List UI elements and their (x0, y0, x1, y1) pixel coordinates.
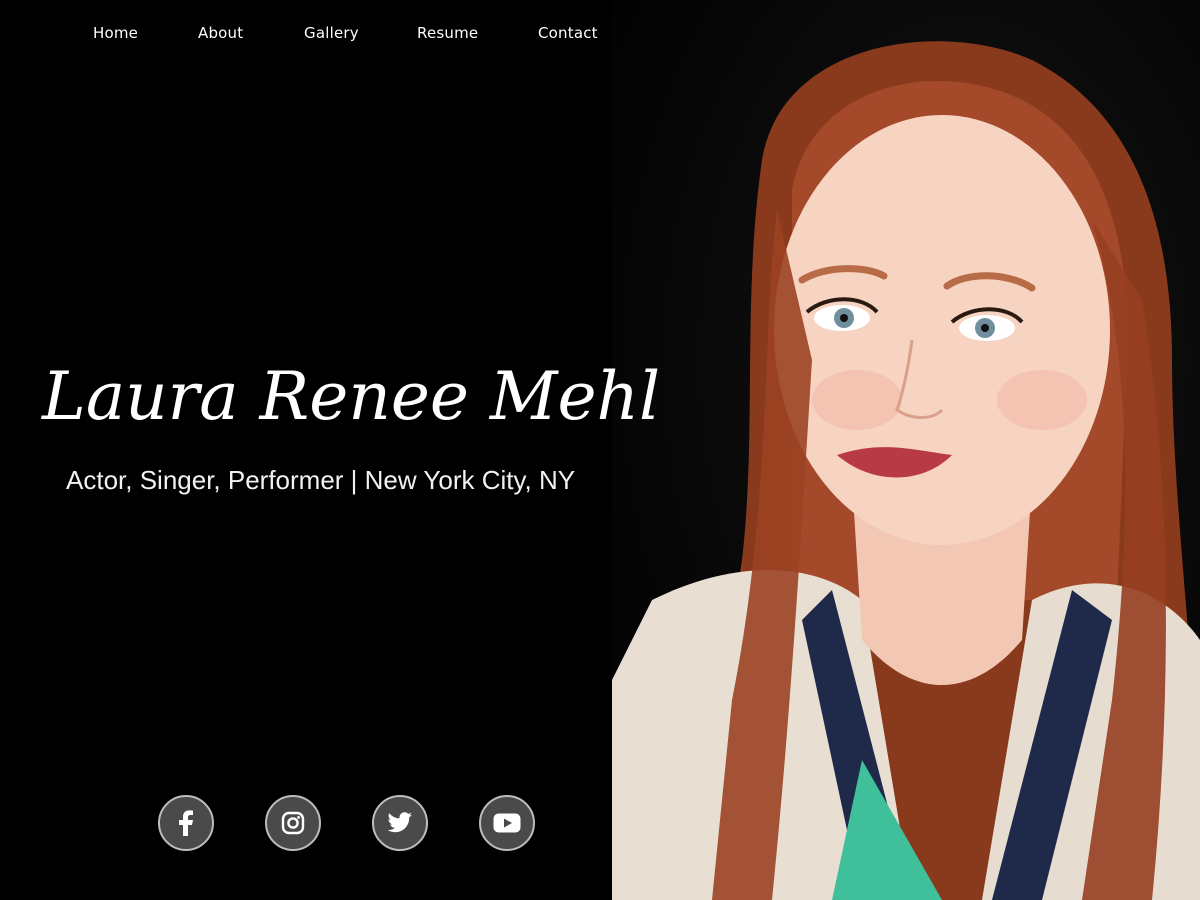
youtube-icon (493, 813, 521, 833)
nav-home-link[interactable]: Home (93, 24, 138, 42)
nav-contact-link[interactable]: Contact (538, 24, 598, 42)
facebook-icon (175, 810, 197, 836)
twitter-icon (387, 812, 413, 834)
nav-gallery-link[interactable]: Gallery (304, 24, 359, 42)
instagram-button[interactable] (265, 795, 321, 851)
main-nav: Home About Gallery Resume Contact (0, 0, 640, 68)
hero-name: Laura Renee Mehl (42, 358, 661, 435)
twitter-button[interactable] (372, 795, 428, 851)
instagram-icon (281, 811, 305, 835)
hero-tagline: Actor, Singer, Performer | New York City… (66, 465, 576, 495)
portrait-photo (612, 0, 1200, 900)
nav-about-link[interactable]: About (198, 24, 243, 42)
youtube-button[interactable] (479, 795, 535, 851)
facebook-button[interactable] (158, 795, 214, 851)
nav-resume-link[interactable]: Resume (417, 24, 478, 42)
